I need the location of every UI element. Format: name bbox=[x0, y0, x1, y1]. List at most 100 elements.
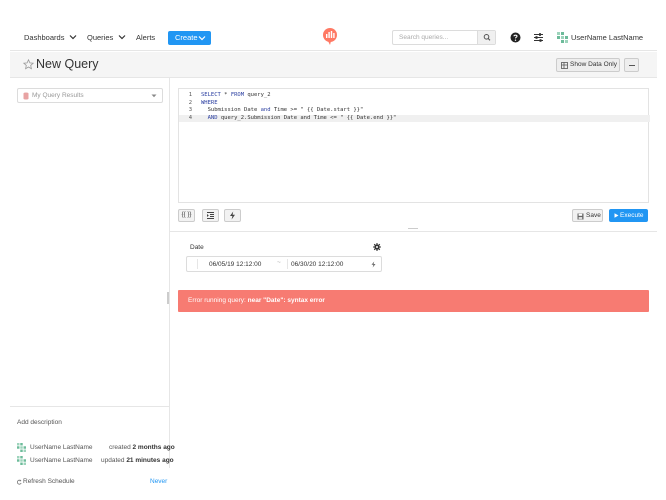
chevron-down-icon[interactable] bbox=[69, 33, 77, 41]
show-data-only-label: Show Data Only bbox=[570, 61, 617, 68]
execute-label: Execute bbox=[620, 212, 644, 219]
code-line[interactable]: 1 SELECT * FROM query_2 bbox=[179, 92, 650, 100]
error-detail: near "Date": syntax error bbox=[247, 297, 325, 304]
create-button[interactable]: Create bbox=[168, 31, 211, 45]
top-navigation: Dashboards Queries Alerts Create Search … bbox=[10, 24, 657, 51]
search-icon bbox=[483, 34, 491, 41]
help-icon[interactable] bbox=[510, 32, 521, 43]
editor-resize-handle[interactable] bbox=[408, 228, 418, 229]
editor-toolbar: {{ }} Save Execute bbox=[178, 207, 649, 225]
code-text: Submission Date and Time >= " {{ Date.st… bbox=[201, 107, 364, 115]
add-description-link[interactable]: Add description bbox=[17, 419, 62, 426]
show-data-only-button[interactable]: Show Data Only bbox=[556, 58, 620, 72]
updated-by-row: UserName LastName updated 21 minutes ago bbox=[17, 456, 174, 466]
line-number: 3 bbox=[188, 107, 192, 113]
sql-editor[interactable]: 1 SELECT * FROM query_2 2 WHERE 3 Submission… bbox=[178, 88, 650, 203]
parameter-label: Date bbox=[190, 244, 204, 251]
user-avatar-icon bbox=[557, 32, 568, 43]
sql-keyword: and bbox=[260, 107, 271, 113]
autocomplete-toggle-button[interactable] bbox=[224, 209, 241, 222]
search-button[interactable] bbox=[477, 31, 495, 44]
star-icon[interactable] bbox=[23, 59, 34, 70]
page-title[interactable]: New Query bbox=[36, 57, 99, 71]
code-text: SELECT * FROM query_2 bbox=[201, 92, 271, 100]
add-parameter-button[interactable]: {{ }} bbox=[178, 209, 195, 222]
created-time: created 2 months ago bbox=[109, 444, 175, 451]
sql-keyword: WHERE bbox=[201, 99, 218, 106]
chevron-down-icon bbox=[198, 36, 206, 41]
field-separator bbox=[287, 259, 288, 269]
save-button[interactable]: Save bbox=[572, 209, 603, 222]
data-source-select[interactable]: My Query Results bbox=[17, 88, 163, 103]
updated-verb: updated bbox=[101, 457, 125, 464]
data-source-value: My Query Results bbox=[32, 92, 84, 99]
code-line[interactable]: 3 Submission Date and Time >= " {{ Date.… bbox=[179, 107, 650, 115]
execute-button[interactable]: Execute bbox=[609, 209, 648, 222]
search-box bbox=[392, 30, 496, 45]
results-divider bbox=[170, 231, 657, 232]
code-line[interactable]: 4 AND query_2.Submission Date and Time <… bbox=[179, 114, 650, 123]
nav-dashboards[interactable]: Dashboards bbox=[24, 33, 64, 42]
code-fragment: query_2.Submission Date and Time <= " {{… bbox=[217, 114, 397, 121]
error-message: Error running query: near "Date": syntax… bbox=[188, 297, 325, 304]
create-label: Create bbox=[175, 33, 198, 42]
query-error-alert: Error running query: near "Date": syntax… bbox=[178, 290, 649, 312]
created-by-row: UserName LastName created 2 months ago bbox=[17, 443, 175, 453]
search-input[interactable] bbox=[393, 31, 477, 44]
database-icon bbox=[23, 92, 29, 100]
date-start-input[interactable]: 06/05/19 12:12:00 bbox=[209, 261, 261, 268]
user-name: UserName LastName bbox=[571, 33, 644, 42]
more-options-button[interactable] bbox=[624, 58, 639, 72]
line-number: 2 bbox=[188, 99, 192, 106]
table-icon bbox=[561, 62, 568, 69]
caret-down-icon bbox=[151, 94, 157, 98]
sidebar-resize-handle[interactable] bbox=[167, 292, 169, 304]
code-fragment: query_2 bbox=[244, 92, 271, 98]
schema-sidebar: My Query Results Add description UserNam… bbox=[10, 78, 175, 485]
sql-keyword: FROM bbox=[230, 92, 245, 98]
refresh-schedule-value[interactable]: Never bbox=[150, 478, 167, 485]
nav-alerts[interactable]: Alerts bbox=[136, 33, 155, 42]
updated-time: updated 21 minutes ago bbox=[101, 457, 174, 464]
line-number: 4 bbox=[188, 114, 192, 121]
redash-logo-icon[interactable] bbox=[322, 28, 338, 46]
error-prefix: Error running query: bbox=[188, 297, 248, 304]
minus-icon bbox=[629, 65, 635, 66]
date-range-separator: ~ bbox=[277, 259, 281, 266]
code-fragment: * bbox=[220, 92, 231, 98]
format-query-button[interactable] bbox=[202, 209, 219, 222]
user-avatar-icon bbox=[17, 456, 26, 465]
line-number: 1 bbox=[188, 92, 192, 98]
query-header: New Query Show Data Only bbox=[10, 52, 657, 78]
code-fragment: Time >= " {{ Date.start }}" bbox=[270, 107, 364, 113]
save-icon bbox=[577, 213, 584, 220]
code-fragment: Submission Date bbox=[201, 107, 261, 113]
play-icon bbox=[614, 213, 619, 218]
indent-icon bbox=[207, 212, 214, 219]
refresh-schedule-text: Refresh Schedule bbox=[23, 478, 75, 485]
settings-sliders-icon[interactable] bbox=[533, 32, 544, 43]
gear-icon[interactable] bbox=[373, 243, 381, 251]
query-editor-app: Dashboards Queries Alerts Create Search … bbox=[10, 24, 657, 485]
save-label: Save bbox=[586, 212, 601, 219]
sql-keyword: AND bbox=[207, 114, 218, 121]
code-text: WHERE bbox=[201, 100, 218, 108]
code-line[interactable]: 2 WHERE bbox=[179, 100, 650, 108]
updated-when: 21 minutes ago bbox=[126, 457, 174, 464]
field-separator bbox=[197, 259, 198, 269]
date-end-input[interactable]: 06/30/20 12:12:00 bbox=[291, 261, 343, 268]
user-avatar-icon bbox=[17, 443, 26, 452]
sql-keyword: SELECT bbox=[201, 92, 221, 98]
code-text: AND query_2.Submission Date and Time <= … bbox=[201, 114, 397, 123]
date-range-picker[interactable]: 06/05/19 12:12:00 ~ 06/30/20 12:12:00 bbox=[186, 256, 382, 272]
code-fragment bbox=[201, 115, 208, 121]
editor-lines: 1 SELECT * FROM query_2 2 WHERE 3 Submission… bbox=[179, 89, 650, 122]
nav-queries[interactable]: Queries bbox=[87, 33, 113, 42]
sidebar-divider bbox=[10, 406, 170, 407]
chevron-down-icon[interactable] bbox=[118, 33, 126, 41]
created-by-user: UserName LastName bbox=[30, 444, 93, 451]
dynamic-date-icon[interactable] bbox=[370, 261, 377, 268]
lightning-icon bbox=[230, 211, 235, 220]
updated-by-user: UserName LastName bbox=[30, 457, 93, 464]
created-verb: created bbox=[109, 444, 131, 451]
